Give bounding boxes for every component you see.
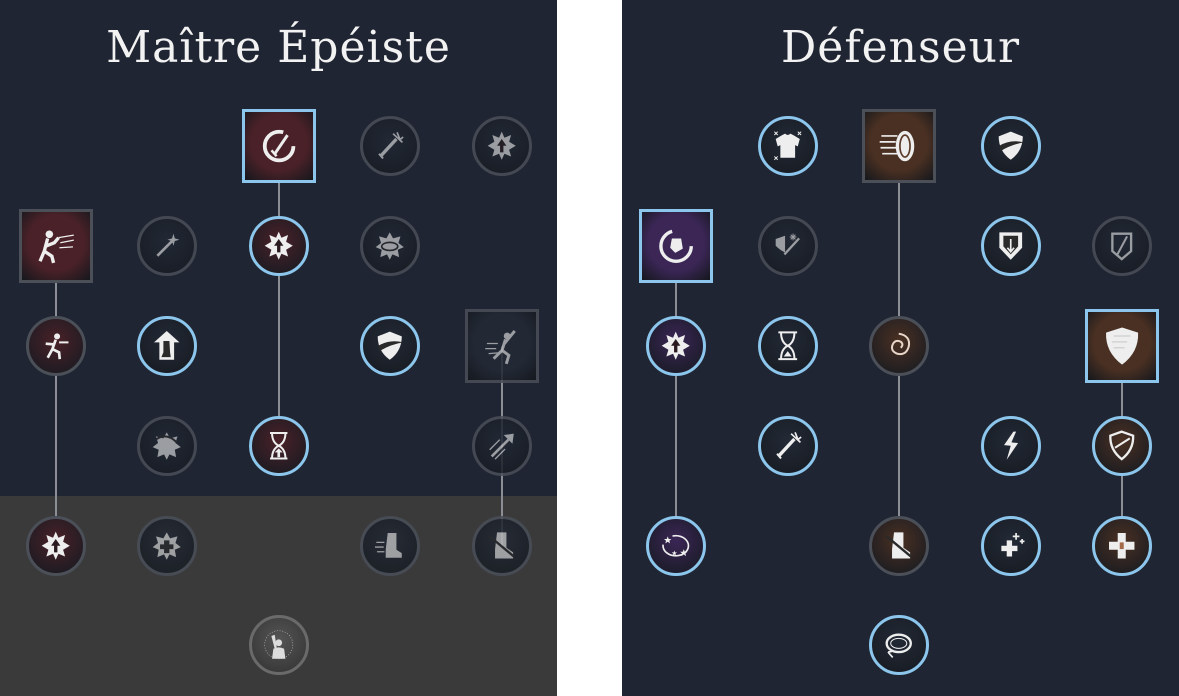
skill-node-r-medic-cross[interactable] bbox=[1092, 516, 1152, 576]
lunge-strike-icon bbox=[38, 230, 74, 264]
orbit-stars-icon bbox=[662, 535, 690, 557]
sword-slash-icon bbox=[262, 129, 296, 163]
star-arrow-up-icon bbox=[264, 231, 294, 261]
sword-burst-icon bbox=[378, 132, 404, 160]
skill-node-r-sword-burst[interactable] bbox=[758, 416, 818, 476]
skill-node-l-whirl-burst[interactable] bbox=[360, 216, 420, 276]
shield-swoosh-icon bbox=[998, 131, 1025, 161]
armor-cross-icon bbox=[774, 131, 802, 161]
hourglass-down-icon bbox=[270, 432, 288, 460]
tree-panel-defenseur: Défenseur bbox=[622, 0, 1179, 696]
skill-node-l-boot-speed[interactable] bbox=[360, 516, 420, 576]
skill-node-l-speed-arrow[interactable] bbox=[472, 416, 532, 476]
skill-node-l-shield-lunge[interactable] bbox=[19, 209, 93, 283]
skill-node-r-shield-swoosh[interactable] bbox=[981, 116, 1041, 176]
heal-plus-icon bbox=[1001, 533, 1025, 557]
skill-node-l-star-arrow-mid[interactable] bbox=[249, 216, 309, 276]
skill-node-r-orbit-stars[interactable] bbox=[646, 516, 706, 576]
shield-check-icon bbox=[1109, 430, 1135, 461]
rally-fist-icon bbox=[264, 630, 294, 660]
skill-node-r-lightning[interactable] bbox=[981, 416, 1041, 476]
hourglass-icon bbox=[778, 331, 798, 361]
skill-node-l-hourglass-down[interactable] bbox=[249, 416, 309, 476]
skill-node-r-fist-swirl[interactable] bbox=[639, 209, 713, 283]
skill-node-r-shield-large[interactable] bbox=[1085, 309, 1159, 383]
spinning-stars-icon bbox=[152, 432, 182, 461]
boot-slash-icon bbox=[489, 532, 515, 559]
boot-slash-icon bbox=[886, 532, 912, 559]
skill-node-l-leap-strike[interactable] bbox=[465, 309, 539, 383]
shield-icon bbox=[1105, 327, 1139, 365]
shield-down-icon bbox=[999, 232, 1023, 261]
ring-rotate-icon bbox=[885, 633, 913, 659]
boot-speed-icon bbox=[375, 533, 403, 559]
skill-node-r-shield-check[interactable] bbox=[1092, 416, 1152, 476]
skill-node-l-rally-cry[interactable] bbox=[249, 615, 309, 675]
tree-title: Défenseur bbox=[781, 22, 1020, 73]
frost-shield-icon bbox=[775, 233, 801, 256]
skill-node-r-hourglass[interactable] bbox=[758, 316, 818, 376]
dash-strike-icon bbox=[45, 333, 69, 360]
skill-node-r-boot-slash[interactable] bbox=[869, 516, 929, 576]
skill-node-r-shield-broken[interactable] bbox=[1092, 216, 1152, 276]
skill-node-r-star-arrow[interactable] bbox=[646, 316, 706, 376]
skill-node-l-boot-arrow[interactable] bbox=[137, 316, 197, 376]
skill-node-r-ring-rotate[interactable] bbox=[869, 615, 929, 675]
skill-node-l-sword-burst[interactable] bbox=[360, 116, 420, 176]
medic-cross-icon bbox=[1109, 533, 1135, 559]
tree-title: Maître Épéiste bbox=[106, 22, 451, 73]
star-arrow-up-icon bbox=[487, 131, 517, 161]
boot-up-arrow-icon bbox=[154, 331, 180, 361]
skill-node-l-star-arrow-top[interactable] bbox=[472, 116, 532, 176]
skill-node-r-armor-cross[interactable] bbox=[758, 116, 818, 176]
skill-node-l-dash-strike[interactable] bbox=[26, 316, 86, 376]
skill-node-l-sparkle-sword[interactable] bbox=[137, 216, 197, 276]
skill-node-r-frost-shield[interactable] bbox=[758, 216, 818, 276]
skill-node-l-sword-slash[interactable] bbox=[242, 109, 316, 183]
lightning-icon bbox=[1004, 431, 1019, 461]
star-arrow-up-icon bbox=[661, 331, 691, 361]
skill-node-r-heal-plus[interactable] bbox=[981, 516, 1041, 576]
sword-burst-icon bbox=[776, 432, 802, 460]
shield-broken-icon bbox=[1111, 232, 1133, 261]
leap-strike-icon bbox=[485, 329, 516, 365]
skill-node-l-boot-slash[interactable] bbox=[472, 516, 532, 576]
shield-swoosh-icon bbox=[377, 331, 404, 361]
skill-node-l-shield-swoosh[interactable] bbox=[360, 316, 420, 376]
tree-panel-maitre-epeiste: Maître Épéiste bbox=[0, 0, 557, 696]
shield-rush-icon bbox=[879, 130, 915, 162]
star-cross-icon bbox=[152, 532, 182, 561]
skill-node-l-star-arrow-low[interactable] bbox=[26, 516, 86, 576]
speed-arrow-icon bbox=[489, 433, 515, 460]
star-arrow-up-icon bbox=[41, 531, 71, 561]
skill-node-r-shield-down[interactable] bbox=[981, 216, 1041, 276]
skill-node-r-vortex[interactable] bbox=[869, 316, 929, 376]
skill-node-l-spin-stars[interactable] bbox=[137, 416, 197, 476]
whirl-burst-icon bbox=[375, 232, 405, 261]
fist-swirl-icon bbox=[659, 229, 693, 263]
vortex-icon bbox=[891, 332, 911, 356]
sparkle-sword-icon bbox=[156, 233, 180, 257]
skill-node-r-shield-rush[interactable] bbox=[862, 109, 936, 183]
skill-node-l-star-cross[interactable] bbox=[137, 516, 197, 576]
